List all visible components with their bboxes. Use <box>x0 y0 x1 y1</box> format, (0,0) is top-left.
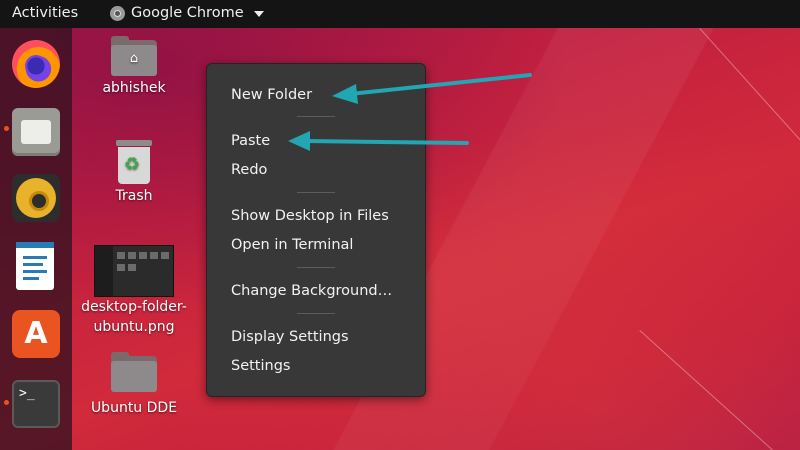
desktop-icon-home[interactable]: ⌂ abhishek <box>84 36 184 98</box>
desktop-icon-label: Trash <box>115 188 153 204</box>
desktop-icon-image[interactable]: desktop-folder- ubuntu.png <box>78 245 190 337</box>
context-menu: New Folder Paste Redo Show Desktop in Fi… <box>206 63 426 397</box>
running-indicator <box>4 126 9 131</box>
writer-line <box>23 270 47 273</box>
desktop-icon-label: Ubuntu DDE <box>90 400 178 416</box>
home-folder-icon: ⌂ <box>111 36 157 76</box>
menu-item-change-background[interactable]: Change Background… <box>207 277 425 305</box>
writer-icon[interactable] <box>16 242 54 290</box>
menu-item-redo[interactable]: Redo <box>207 156 425 184</box>
trash-icon: ♻ <box>115 140 153 184</box>
menu-separator <box>297 313 335 314</box>
menu-separator <box>297 192 335 193</box>
chrome-icon <box>110 5 125 21</box>
app-menu-label: Google Chrome <box>131 5 244 21</box>
terminal-icon[interactable]: >_ <box>12 380 60 428</box>
terminal-prompt: >_ <box>19 386 35 401</box>
menu-item-settings[interactable]: Settings <box>207 352 425 380</box>
writer-line <box>23 277 39 280</box>
top-bar: Activities Google Chrome <box>0 0 800 28</box>
software-glyph: A <box>24 316 48 351</box>
home-icon: ⌂ <box>129 51 139 66</box>
menu-item-new-folder[interactable]: New Folder <box>207 81 425 109</box>
writer-line <box>23 256 47 259</box>
chevron-down-icon <box>253 11 264 17</box>
menu-item-open-in-terminal[interactable]: Open in Terminal <box>207 231 425 259</box>
menu-separator <box>297 267 335 268</box>
app-menu[interactable]: Google Chrome <box>110 5 264 21</box>
desktop-icon-folder[interactable]: Ubuntu DDE <box>84 352 184 418</box>
menu-item-display-settings[interactable]: Display Settings <box>207 323 425 351</box>
writer-line <box>23 263 43 266</box>
firefox-icon[interactable] <box>12 40 60 88</box>
rhythmbox-icon[interactable] <box>12 174 60 222</box>
folder-icon <box>111 352 157 392</box>
menu-item-show-desktop-in-files[interactable]: Show Desktop in Files <box>207 202 425 230</box>
image-thumbnail <box>94 245 174 297</box>
recycle-icon: ♻ <box>124 154 141 175</box>
activities-button[interactable]: Activities <box>12 5 78 21</box>
menu-separator <box>297 116 335 117</box>
desktop-icon-trash[interactable]: ♻ Trash <box>84 140 184 206</box>
software-icon[interactable]: A <box>12 310 60 358</box>
desktop-icon-label: abhishek <box>102 80 166 96</box>
menu-item-paste[interactable]: Paste <box>207 127 425 155</box>
files-icon[interactable] <box>12 108 60 156</box>
dock: A >_ <box>0 28 72 450</box>
desktop-icon-label: desktop-folder- <box>81 299 187 315</box>
running-indicator <box>4 400 9 405</box>
desktop-icon-label: ubuntu.png <box>93 319 175 335</box>
